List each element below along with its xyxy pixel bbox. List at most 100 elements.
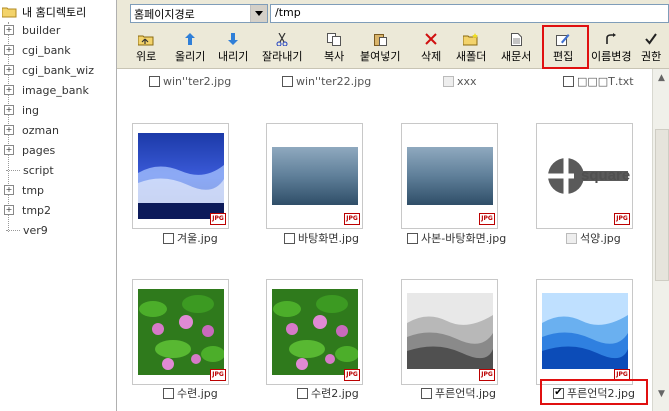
rename-label: 이름변경 <box>591 50 632 63</box>
rename-button[interactable]: 이름변경 <box>591 32 631 64</box>
file-thumbnail[interactable]: JPG <box>266 279 363 385</box>
jpg-badge-icon: JPG <box>344 213 360 225</box>
expand-icon[interactable]: + <box>4 45 14 55</box>
file-caption[interactable]: 푸른언덕.jpg <box>421 385 496 401</box>
vertical-scrollbar[interactable]: ▲ ▼ <box>652 69 669 411</box>
tree-item-image-bank[interactable]: + image_bank <box>4 82 89 98</box>
file-checkbox[interactable] <box>163 232 174 244</box>
file-caption[interactable]: win''ter2.jpg <box>149 73 231 89</box>
jpg-badge-icon: JPG <box>344 369 360 381</box>
tree-item-ing[interactable]: + ing <box>4 102 39 118</box>
file-caption[interactable]: 석양.jpg <box>566 230 621 246</box>
file-caption[interactable]: 수련.jpg <box>163 385 218 401</box>
scrollbar-thumb[interactable] <box>655 129 669 281</box>
expand-icon[interactable]: + <box>4 25 14 35</box>
file-checkbox[interactable] <box>297 387 308 399</box>
blue-hills-image <box>542 293 628 369</box>
path-type-value: 홈페이지경로 <box>134 8 195 21</box>
new-folder-label: 새폴더 <box>456 50 487 63</box>
upload-button[interactable]: 올리기 <box>175 32 205 64</box>
up-button[interactable]: 위로 <box>136 32 156 64</box>
file-thumbnail[interactable]: JPG <box>536 279 633 385</box>
toolbar: 위로 올리기 내리기 잘라내기 복사 붙여넣기 삭제 새폴더 새문서 편집 이름… <box>117 24 669 69</box>
expand-icon[interactable]: + <box>4 65 14 75</box>
file-checkbox[interactable] <box>563 75 574 87</box>
water-lily-image <box>272 289 358 375</box>
scroll-up-icon[interactable]: ▲ <box>653 69 669 86</box>
expand-icon[interactable]: + <box>4 85 14 95</box>
file-caption[interactable]: 겨울.jpg <box>163 230 218 246</box>
file-thumbnail[interactable]: JPG <box>266 123 363 229</box>
new-document-icon <box>510 32 522 46</box>
grey-hills-image <box>407 293 493 369</box>
download-button[interactable]: 내리기 <box>218 32 248 64</box>
file-caption[interactable]: ✔ 푸른언덕2.jpg <box>553 385 635 401</box>
scroll-down-icon[interactable]: ▼ <box>653 385 669 402</box>
expand-icon[interactable]: + <box>4 185 14 195</box>
file-thumbnail[interactable]: JPG <box>132 123 229 229</box>
upload-label: 올리기 <box>175 50 206 63</box>
expand-icon[interactable]: + <box>4 125 14 135</box>
path-type-select[interactable]: 홈페이지경로 <box>130 4 268 23</box>
copy-label: 복사 <box>324 50 345 63</box>
file-checkbox[interactable] <box>149 75 160 87</box>
jpg-badge-icon: JPG <box>210 369 226 381</box>
new-folder-button[interactable]: 새폴더 <box>456 32 486 64</box>
edit-document-icon <box>556 32 570 46</box>
expand-icon[interactable]: + <box>4 145 14 155</box>
tree-item-pages[interactable]: + pages <box>4 142 55 158</box>
file-checkbox-checked[interactable]: ✔ <box>553 387 564 399</box>
tree-item-label: image_bank <box>22 83 89 97</box>
file-caption[interactable]: 수련2.jpg <box>297 385 359 401</box>
file-checkbox[interactable] <box>407 232 418 244</box>
tree-item-cgi-bank[interactable]: + cgi_bank <box>4 42 71 58</box>
tree-item-tmp[interactable]: + tmp <box>4 182 44 198</box>
new-document-button[interactable]: 새문서 <box>501 32 531 64</box>
file-name: 석양.jpg <box>580 232 621 245</box>
tree-item-cgi-bank-wiz[interactable]: + cgi_bank_wiz <box>4 62 94 78</box>
tree-item-label: tmp2 <box>22 203 52 217</box>
file-checkbox-disabled <box>566 232 577 244</box>
delete-button[interactable]: 삭제 <box>421 32 441 64</box>
file-checkbox[interactable] <box>282 75 293 87</box>
tree-item-builder[interactable]: + builder <box>4 22 60 38</box>
file-caption[interactable]: xxx <box>443 73 477 89</box>
edit-button[interactable]: 편집 <box>553 32 573 64</box>
cut-button[interactable]: 잘라내기 <box>262 32 302 64</box>
paste-icon <box>373 32 387 46</box>
tree-item-script[interactable]: script <box>4 162 54 178</box>
file-caption[interactable]: □□□Т.txt <box>563 73 634 89</box>
tree-item-label: builder <box>22 23 61 37</box>
file-checkbox[interactable] <box>421 387 432 399</box>
tree-root[interactable]: 내 홈디렉토리 <box>2 4 86 20</box>
tree-item-ozman[interactable]: + ozman <box>4 122 59 138</box>
rename-arrow-icon <box>605 32 617 46</box>
file-caption[interactable]: 사본-바탕화면.jpg <box>407 230 506 246</box>
file-thumbnail[interactable]: JPG <box>401 123 498 229</box>
expand-icon[interactable]: + <box>4 205 14 215</box>
file-thumbnail[interactable]: JPG <box>401 279 498 385</box>
gradient-wallpaper-image <box>272 147 358 205</box>
folder-tree: 내 홈디렉토리 + builder + cgi_bank + cgi_bank_… <box>0 0 117 411</box>
tree-item-ver9[interactable]: ver9 <box>4 222 48 238</box>
path-input[interactable]: /tmp <box>270 4 669 23</box>
file-caption[interactable]: 바탕화면.jpg <box>284 230 359 246</box>
tree-item-tmp2[interactable]: + tmp2 <box>4 202 51 218</box>
tree-connector <box>6 169 20 171</box>
file-name: 푸른언덕.jpg <box>435 387 496 400</box>
file-thumbnail[interactable]: JPG <box>132 279 229 385</box>
chevron-down-icon[interactable] <box>250 5 267 22</box>
permission-button[interactable]: 권한 <box>641 32 661 64</box>
paste-button[interactable]: 붙여넣기 <box>360 32 400 64</box>
file-caption[interactable]: win''ter22.jpg <box>282 73 371 89</box>
tree-item-label: tmp <box>22 183 45 197</box>
tree-item-label: ozman <box>22 123 59 137</box>
jpg-badge-icon: JPG <box>479 213 495 225</box>
expand-icon[interactable]: + <box>4 105 14 115</box>
file-checkbox[interactable] <box>163 387 174 399</box>
file-checkbox[interactable] <box>284 232 295 244</box>
file-name: 수련2.jpg <box>311 387 359 400</box>
copy-button[interactable]: 복사 <box>324 32 344 64</box>
delete-label: 삭제 <box>421 50 442 63</box>
file-thumbnail[interactable]: square JPG <box>536 123 633 229</box>
